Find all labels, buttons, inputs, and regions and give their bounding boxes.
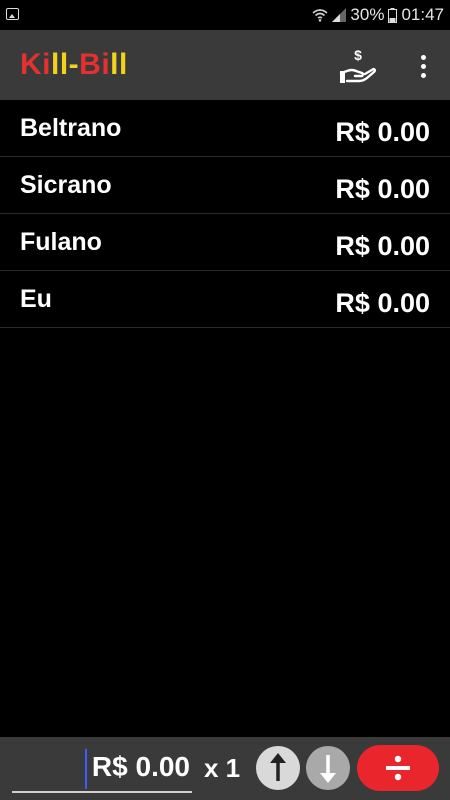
bottom-bar: R$ 0.00 x 1 — [0, 737, 450, 800]
amount-input[interactable]: R$ 0.00 — [12, 747, 192, 793]
gallery-icon — [6, 8, 19, 20]
person-name: Beltrano — [20, 114, 122, 142]
divide-button[interactable] — [357, 745, 439, 791]
list-item[interactable]: Eu R$ 0.00 — [0, 271, 450, 328]
person-amount: R$ 0.00 — [335, 231, 430, 261]
decrement-button[interactable] — [306, 746, 350, 790]
battery-icon — [388, 7, 398, 23]
person-name: Fulano — [20, 228, 102, 256]
app-title-part: ll- — [51, 48, 80, 81]
arrow-up-icon — [270, 753, 286, 781]
person-amount: R$ 0.00 — [335, 117, 430, 147]
people-list: Beltrano R$ 0.00 Sicrano R$ 0.00 Fulano … — [0, 100, 450, 328]
app-title-part: Bi — [79, 48, 111, 81]
status-icons: 30% 01:47 — [312, 0, 444, 30]
wifi-icon — [312, 9, 328, 22]
status-time: 01:47 — [401, 5, 444, 24]
svg-text:$: $ — [354, 47, 362, 63]
arrow-down-icon — [320, 755, 336, 783]
app-title-part: Ki — [20, 48, 51, 81]
app-title: Kill-Bill — [20, 48, 128, 82]
more-vert-icon[interactable] — [408, 44, 438, 88]
pay-hand-icon: $ — [339, 47, 377, 83]
app-bar: Kill-Bill $ — [0, 30, 450, 100]
list-item[interactable]: Fulano R$ 0.00 — [0, 214, 450, 271]
signal-icon — [332, 8, 347, 22]
person-name: Eu — [20, 285, 52, 313]
person-amount: R$ 0.00 — [335, 174, 430, 204]
battery-percent: 30% — [350, 5, 385, 24]
increment-button[interactable] — [256, 746, 300, 790]
pay-button[interactable]: $ — [336, 44, 380, 88]
person-amount: R$ 0.00 — [335, 288, 430, 318]
list-item[interactable]: Beltrano R$ 0.00 — [0, 100, 450, 157]
text-caret — [85, 749, 87, 789]
person-name: Sicrano — [20, 171, 112, 199]
list-item[interactable]: Sicrano R$ 0.00 — [0, 157, 450, 214]
amount-input-value: R$ 0.00 — [91, 751, 190, 782]
multiplier-label: x 1 — [204, 753, 241, 783]
divide-icon — [386, 755, 410, 781]
status-bar: 30% 01:47 — [0, 0, 450, 30]
app-title-part: ll — [110, 48, 128, 81]
